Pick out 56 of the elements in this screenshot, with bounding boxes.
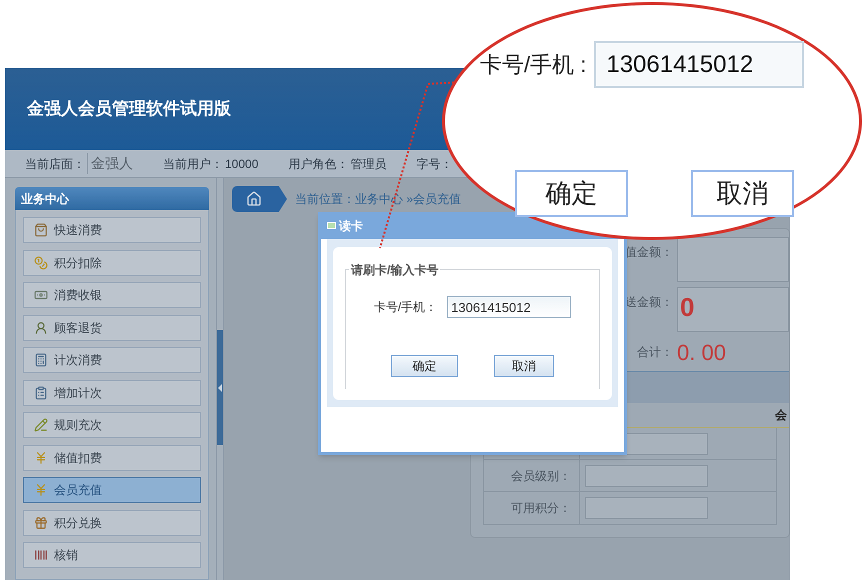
field-label: 会员级别：: [484, 460, 580, 491]
collapse-arrow-icon: [218, 384, 222, 392]
amount-value: 0: [680, 292, 694, 322]
field-label: 可用积分：: [484, 492, 580, 524]
banknote-icon: [34, 288, 48, 302]
pencil-icon: [34, 418, 48, 432]
barcode-icon: [34, 548, 48, 562]
info-label: 用户角色：: [288, 156, 348, 172]
dialog-button[interactable]: 取消: [691, 170, 794, 217]
list-icon: [34, 386, 48, 400]
yen-icon: [34, 483, 48, 497]
dialog-button[interactable]: 取消: [494, 355, 554, 377]
menu-item[interactable]: 计次消费: [23, 347, 201, 373]
menu-item[interactable]: 顾客退货: [23, 314, 201, 340]
total-value: 0. 00: [677, 338, 726, 366]
menu-item[interactable]: 规则充次: [23, 412, 201, 438]
menu-item[interactable]: 积分兑换: [23, 510, 201, 536]
app-title: 金强人会员管理软件试用版: [27, 98, 231, 120]
menu-item[interactable]: 积分扣除: [23, 250, 201, 276]
menu-item[interactable]: 会员充值: [23, 477, 201, 503]
dialog-button[interactable]: 确定: [515, 170, 628, 217]
dialog-title: 读卡: [339, 218, 363, 234]
menu-item[interactable]: 储值扣费: [23, 444, 201, 470]
card-number-field[interactable]: 13061415012: [594, 41, 804, 88]
gift-icon: [34, 516, 48, 530]
yen-icon: [34, 450, 48, 464]
info-value: 10000: [225, 156, 258, 172]
input-field[interactable]: [585, 497, 708, 519]
info-value: 管理员: [350, 156, 386, 172]
group-title: 请刷卡/输入卡号: [349, 261, 440, 279]
info-label: 字号：: [416, 156, 452, 172]
info-value: 金强人: [87, 153, 133, 174]
info-label: 当前用户：: [163, 156, 223, 172]
menu-item[interactable]: 核销: [23, 542, 201, 568]
calculator-icon: [34, 353, 48, 367]
bag-icon: [34, 223, 48, 237]
menu-item[interactable]: 快速消费: [23, 217, 201, 243]
window-icon: [327, 222, 336, 229]
total-label: 合计：: [637, 344, 673, 361]
section-title: 会: [775, 407, 787, 424]
person-icon: [34, 320, 48, 334]
field-label: 卡号/手机：: [374, 299, 438, 316]
field-label: 卡号/手机 :: [480, 51, 586, 79]
card-number-field[interactable]: 13061415012: [447, 296, 572, 318]
input-field[interactable]: [585, 464, 708, 486]
home-icon: [246, 191, 262, 207]
menu-item[interactable]: 消费收银: [23, 282, 201, 308]
menu-item[interactable]: 增加计次: [23, 380, 201, 406]
dialog-button[interactable]: 确定: [391, 355, 458, 377]
sidebar-panel-header: 业务中心: [15, 187, 209, 210]
home-tab[interactable]: [232, 186, 287, 212]
info-label: 当前店面：: [25, 156, 85, 172]
breadcrumb-label: 当前位置：: [295, 191, 355, 208]
amount-field[interactable]: [677, 237, 789, 282]
splitter-handle[interactable]: [217, 330, 223, 445]
coins-icon: [34, 256, 48, 270]
